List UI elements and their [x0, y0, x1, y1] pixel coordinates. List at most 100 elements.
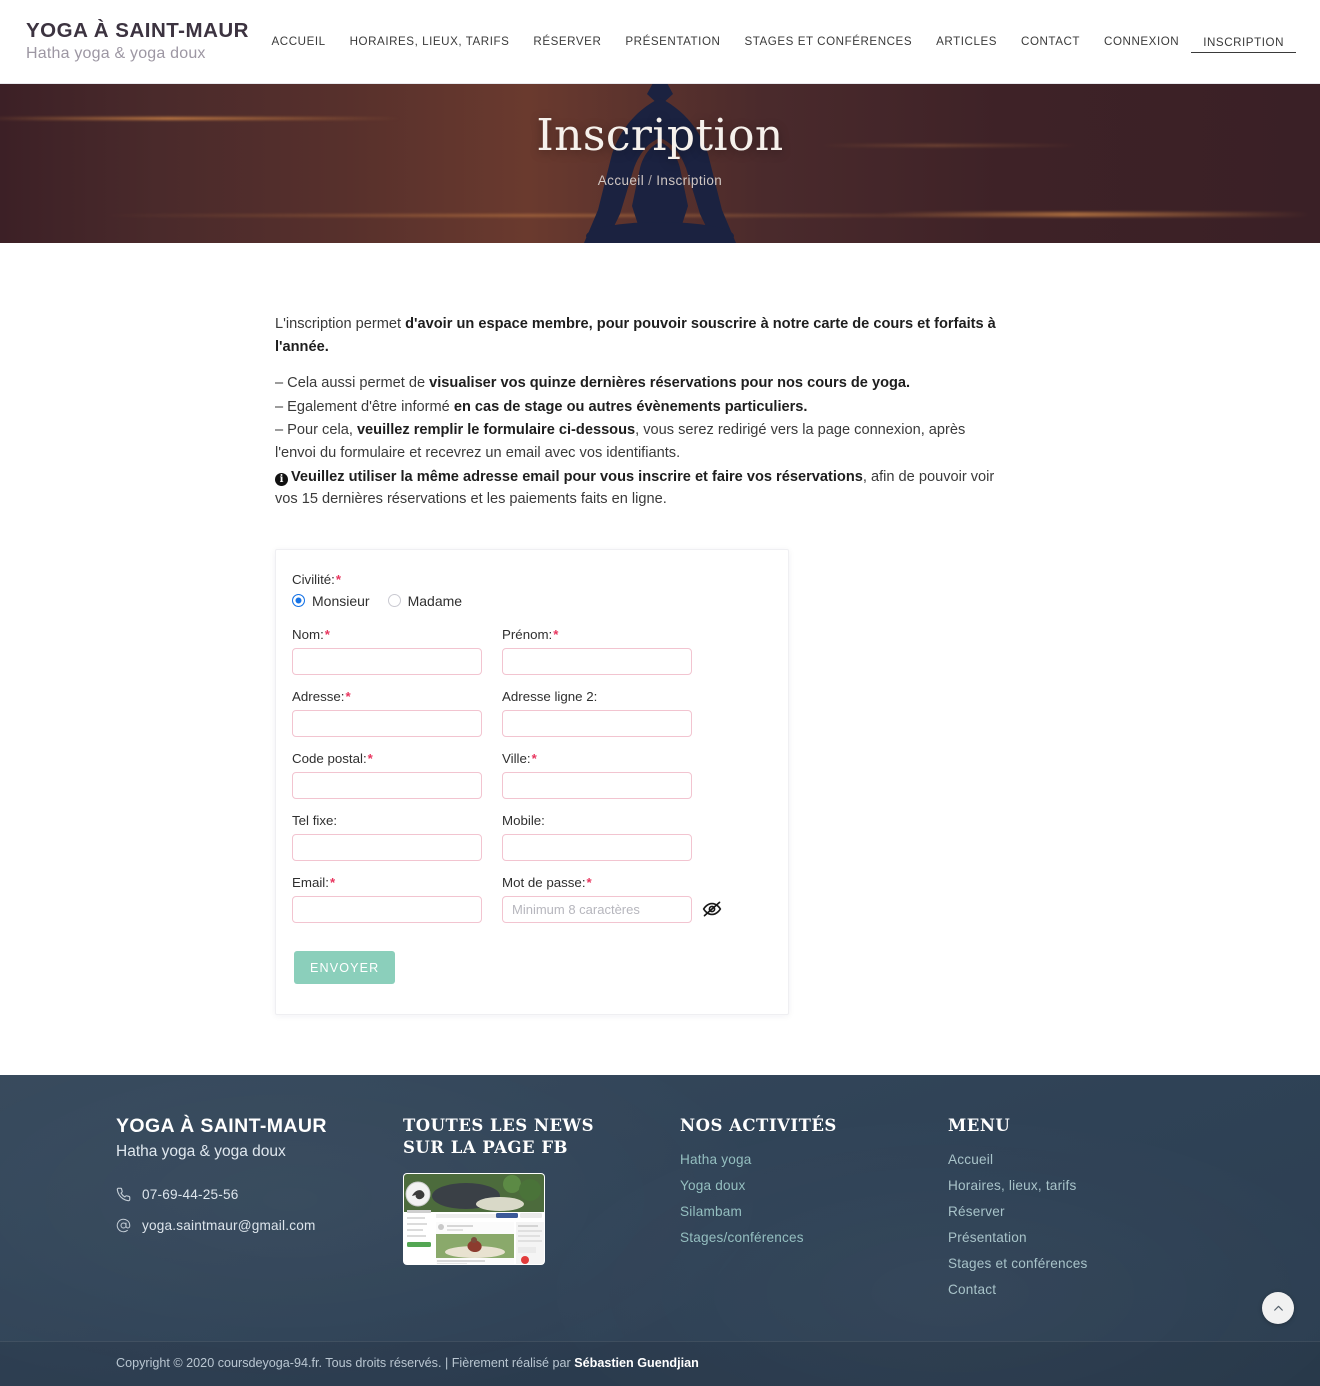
input-adresse[interactable] — [292, 709, 482, 737]
input-mobile[interactable] — [502, 833, 692, 861]
footer-activities-list: Hatha yoga Yoga doux Silambam Stages/con… — [680, 1151, 948, 1247]
input-mot-de-passe[interactable] — [502, 895, 692, 923]
breadcrumb-current: Inscription — [656, 173, 723, 188]
footer-menu-presentation[interactable]: Présentation — [948, 1230, 1027, 1245]
footer-news-column: TOUTES LES NEWS SUR LA PAGE FB — [403, 1115, 680, 1266]
footer-email-text: yoga.saintmaur@gmail.com — [142, 1217, 316, 1233]
nav-item-horaires-lieux-tarifs[interactable]: HORAIRES, LIEUX, TARIFS — [338, 29, 522, 54]
main-navigation: ACCUEIL HORAIRES, LIEUX, TARIFS RÉSERVER… — [260, 29, 1296, 54]
input-code-postal[interactable] — [292, 771, 482, 799]
list-item: Accueil — [948, 1151, 1248, 1169]
label-mobile: Mobile: — [502, 813, 692, 828]
label-code-postal-text: Code postal: — [292, 750, 367, 766]
intro-line-1-plain: L'inscription permet — [275, 316, 406, 332]
footer-menu-reserver[interactable]: Réserver — [948, 1204, 1005, 1219]
intro-line-5: i Veuillez utiliser la même adresse email… — [275, 466, 1005, 511]
footer-activities-column: NOS ACTIVITÉS Hatha yoga Yoga doux Silam… — [680, 1115, 948, 1255]
footer-email[interactable]: yoga.saintmaur@gmail.com — [116, 1218, 403, 1233]
footer-news-heading: TOUTES LES NEWS SUR LA PAGE FB — [403, 1115, 680, 1160]
nav-item-stages-et-conferences[interactable]: STAGES ET CONFÉRENCES — [732, 29, 924, 54]
footer-menu-heading: MENU — [948, 1115, 1011, 1135]
label-mot-de-passe-text: Mot de passe: — [502, 874, 586, 890]
field-mobile: Mobile: — [502, 813, 692, 861]
submit-button[interactable]: ENVOYER — [294, 950, 396, 984]
label-mot-de-passe: Mot de passe:* — [502, 875, 692, 890]
footer-activity-silambam[interactable]: Silambam — [680, 1204, 742, 1219]
nav-item-inscription[interactable]: INSCRIPTION — [1191, 30, 1296, 53]
field-nom: Nom:* — [292, 627, 482, 675]
list-item: Silambam — [680, 1203, 948, 1221]
required-star: * — [367, 750, 373, 766]
input-email[interactable] — [292, 895, 482, 923]
chevron-up-icon — [1273, 1305, 1283, 1311]
brand-logo[interactable]: YOGA À SAINT-MAUR Hatha yoga & yoga doux — [26, 21, 249, 62]
input-tel-fixe[interactable] — [292, 833, 482, 861]
footer-activity-yoga-doux[interactable]: Yoga doux — [680, 1178, 746, 1193]
intro-text: L'inscription permet d'avoir un espace m… — [275, 313, 1005, 511]
radio-monsieur-label: Monsieur — [312, 592, 370, 609]
intro-bullet-list: – Cela aussi permet de visualiser vos qu… — [275, 372, 1005, 511]
radio-madame-dot[interactable] — [387, 594, 401, 608]
footer-activity-hatha-yoga[interactable]: Hatha yoga — [680, 1152, 752, 1167]
field-mot-de-passe: Mot de passe:* — [502, 875, 722, 923]
footer-menu-stages[interactable]: Stages et conférences — [948, 1256, 1087, 1271]
nav-item-accueil[interactable]: ACCUEIL — [260, 29, 338, 54]
label-ville-text: Ville: — [502, 750, 531, 766]
footer-menu-accueil[interactable]: Accueil — [948, 1152, 993, 1167]
field-tel-fixe: Tel fixe: — [292, 813, 482, 861]
footer-activity-stages-conferences[interactable]: Stages/conférences — [680, 1230, 804, 1245]
label-prenom: Prénom:* — [502, 627, 692, 642]
form-row-nom-prenom: Nom:* Prénom:* — [292, 627, 762, 675]
intro-line-2-plain: – Cela aussi permet de — [275, 375, 430, 392]
nav-item-connexion[interactable]: CONNEXION — [1092, 29, 1191, 54]
list-item: Horaires, lieux, tarifs — [948, 1177, 1248, 1195]
list-item: Réserver — [948, 1203, 1248, 1221]
info-icon: i — [275, 472, 288, 486]
label-email-text: Email: — [292, 874, 329, 890]
radio-madame[interactable]: Madame — [387, 593, 462, 609]
radio-monsieur[interactable]: Monsieur — [292, 593, 370, 609]
civilite-group: Civilité:* Monsieur Madame — [292, 572, 762, 609]
eye-slash-icon[interactable] — [702, 899, 722, 919]
label-ville: Ville:* — [502, 751, 692, 766]
required-star: * — [324, 626, 330, 642]
intro-line-4: – Pour cela, veuillez remplir le formula… — [275, 419, 1005, 464]
label-nom-text: Nom: — [292, 626, 324, 642]
civilite-radio-row: Monsieur Madame — [292, 593, 762, 609]
breadcrumb-home[interactable]: Accueil — [598, 173, 644, 188]
intro-line-3: – Egalement d'être informé en cas de sta… — [275, 396, 1005, 419]
label-tel-fixe: Tel fixe: — [292, 813, 482, 828]
input-prenom[interactable] — [502, 647, 692, 675]
footer-menu-column: MENU Accueil Horaires, lieux, tarifs Rés… — [948, 1115, 1248, 1307]
brand-title: YOGA À SAINT-MAUR — [26, 19, 249, 43]
nav-item-contact[interactable]: CONTACT — [1009, 29, 1092, 54]
input-adresse2[interactable] — [502, 709, 692, 737]
form-row-telephones: Tel fixe: Mobile: — [292, 813, 762, 861]
required-star: * — [531, 750, 537, 766]
nav-item-presentation[interactable]: PRÉSENTATION — [613, 29, 732, 54]
page-title: Inscription — [536, 110, 784, 161]
field-prenom: Prénom:* — [502, 627, 692, 675]
scroll-to-top-button[interactable] — [1262, 1292, 1294, 1325]
site-header: YOGA À SAINT-MAUR Hatha yoga & yoga doux… — [0, 0, 1320, 84]
footer-menu-contact[interactable]: Contact — [948, 1282, 996, 1297]
input-nom[interactable] — [292, 647, 482, 675]
label-email: Email:* — [292, 875, 482, 890]
copyright-author[interactable]: Sébastien Guendjian — [574, 1356, 699, 1370]
footer-menu-horaires[interactable]: Horaires, lieux, tarifs — [948, 1178, 1077, 1193]
required-star: * — [553, 626, 559, 642]
nav-item-reserver[interactable]: RÉSERVER — [521, 29, 613, 54]
facebook-page-thumbnail[interactable] — [403, 1173, 545, 1266]
intro-line-2: – Cela aussi permet de visualiser vos qu… — [275, 372, 1005, 395]
registration-form: Civilité:* Monsieur Madame Nom:* Prénom:… — [275, 548, 789, 1015]
label-tel-fixe-text: Tel fixe: — [292, 812, 338, 828]
required-star: * — [586, 874, 592, 890]
nav-item-articles[interactable]: ARTICLES — [924, 29, 1009, 54]
input-ville[interactable] — [502, 771, 692, 799]
copyright-text: Copyright © 2020 coursdeyoga-94.fr. Tous… — [116, 1356, 575, 1371]
intro-line-4-plain-a: – Pour cela, — [275, 422, 357, 439]
label-adresse: Adresse:* — [292, 689, 482, 704]
intro-line-5-bold: Veuillez utiliser la même adresse email … — [291, 468, 863, 485]
field-adresse: Adresse:* — [292, 689, 482, 737]
radio-monsieur-dot[interactable] — [292, 594, 305, 608]
